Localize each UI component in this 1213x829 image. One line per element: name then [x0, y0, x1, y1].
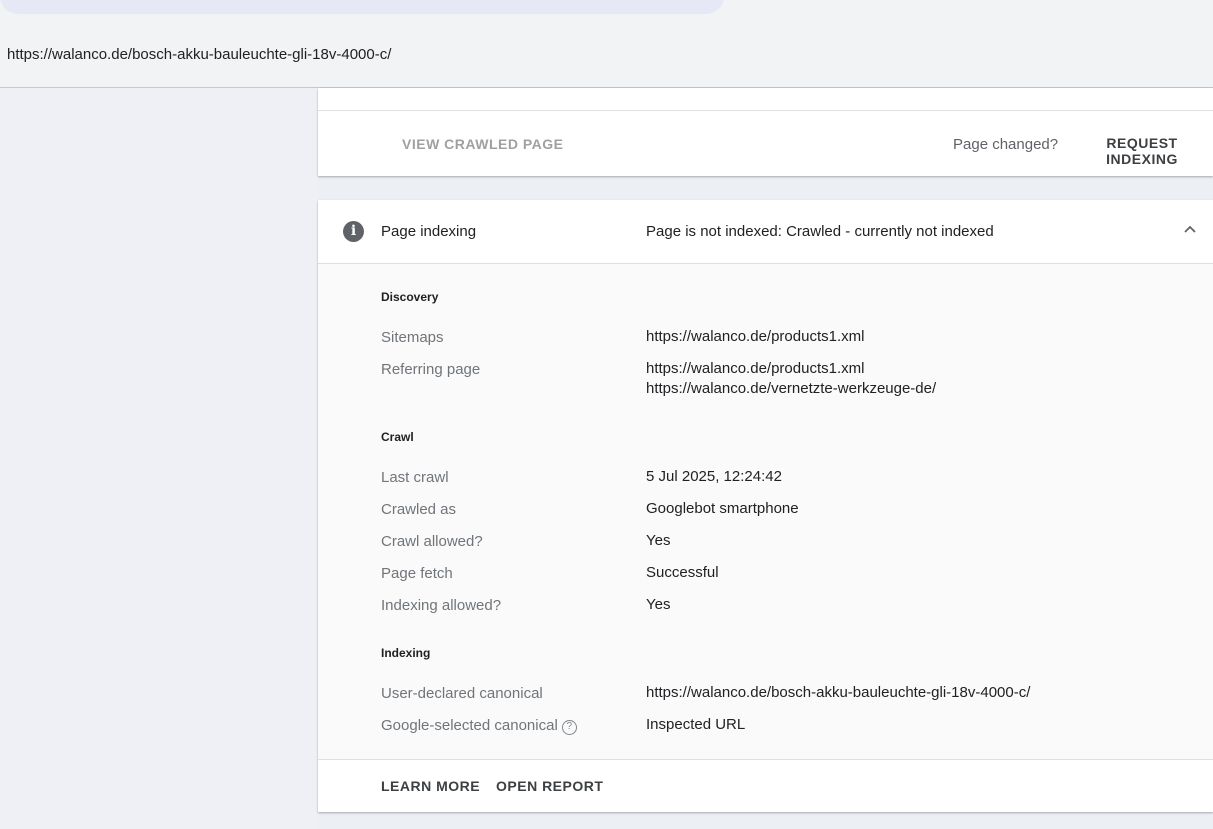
- sitemaps-label: Sitemaps: [381, 329, 444, 346]
- page-indexing-header[interactable]: i Page indexing Page is not indexed: Cra…: [318, 200, 1213, 264]
- indexing-allowed-label: Indexing allowed?: [381, 597, 502, 614]
- sitemaps-value: https://walanco.de/products1.xml: [646, 328, 865, 345]
- crawled-page-card: VIEW CRAWLED PAGE Page changed? REQUEST …: [318, 88, 1213, 176]
- page-changed-label: Page changed?: [953, 136, 1059, 153]
- page-fetch-label: Page fetch: [381, 565, 453, 582]
- inspected-url: https://walanco.de/bosch-akku-bauleuchte…: [7, 46, 392, 63]
- crawled-as-value: Googlebot smartphone: [646, 500, 799, 517]
- view-crawled-page-button[interactable]: VIEW CRAWLED PAGE: [402, 136, 563, 152]
- page-indexing-title: Page indexing: [381, 223, 477, 240]
- google-selected-canonical-text: Google-selected canonical: [381, 717, 558, 734]
- crawl-allowed-value: Yes: [646, 532, 671, 549]
- page-fetch-value: Successful: [646, 564, 719, 581]
- help-icon[interactable]: ?: [561, 720, 577, 735]
- left-panel: [0, 88, 318, 829]
- indexing-section-title: Indexing: [381, 646, 431, 660]
- user-declared-canonical-label: User-declared canonical: [381, 685, 543, 702]
- chevron-up-icon[interactable]: [1184, 223, 1196, 235]
- google-selected-canonical-label: Google-selected canonical?: [381, 717, 577, 735]
- indexing-status: Page is not indexed: Crawled - currently…: [646, 223, 994, 240]
- crawled-as-label: Crawled as: [381, 501, 457, 518]
- card-footer: LEARN MORE OPEN REPORT: [318, 759, 1213, 812]
- divider: [318, 110, 1213, 111]
- search-bar[interactable]: [0, 0, 724, 14]
- top-bar: https://walanco.de/bosch-akku-bauleuchte…: [0, 0, 1213, 88]
- referring-page-value-2: https://walanco.de/vernetzte-werkzeuge-d…: [646, 380, 937, 397]
- page-indexing-card: i Page indexing Page is not indexed: Cra…: [318, 200, 1213, 812]
- crawl-section-title: Crawl: [381, 430, 414, 444]
- crawl-allowed-label: Crawl allowed?: [381, 533, 483, 550]
- open-report-button[interactable]: OPEN REPORT: [496, 778, 603, 794]
- discovery-section-title: Discovery: [381, 290, 439, 304]
- indexing-allowed-value: Yes: [646, 596, 671, 613]
- info-icon: i: [343, 221, 364, 242]
- referring-page-label: Referring page: [381, 361, 481, 378]
- google-selected-canonical-value: Inspected URL: [646, 716, 746, 733]
- last-crawl-label: Last crawl: [381, 469, 449, 486]
- last-crawl-value: 5 Jul 2025, 12:24:42: [646, 468, 782, 485]
- request-indexing-button[interactable]: REQUEST INDEXING: [1071, 135, 1213, 167]
- referring-page-value-1: https://walanco.de/products1.xml: [646, 360, 865, 377]
- user-declared-canonical-value: https://walanco.de/bosch-akku-bauleuchte…: [646, 684, 1031, 701]
- learn-more-button[interactable]: LEARN MORE: [381, 778, 480, 794]
